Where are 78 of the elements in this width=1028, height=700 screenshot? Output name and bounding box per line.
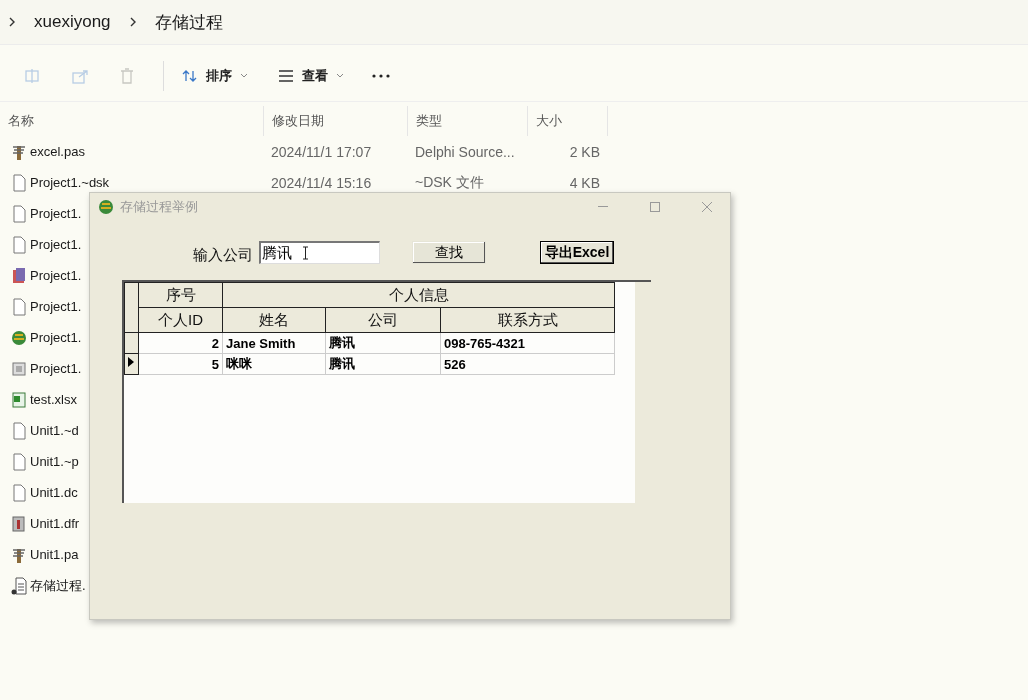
column-header[interactable]: 类型 (408, 106, 528, 136)
table-cell: 咪咪 (222, 353, 326, 375)
table-cell: 098-765-4321 (440, 332, 615, 354)
script-file-icon (11, 576, 27, 595)
column-header[interactable]: 修改日期 (264, 106, 408, 136)
file-name[interactable]: Unit1.dc (30, 485, 78, 500)
file-name[interactable]: excel.pas (30, 144, 85, 159)
row-indicator[interactable] (124, 353, 139, 375)
indicator-header (124, 282, 139, 333)
file-name[interactable]: 存储过程. (30, 576, 86, 595)
company-label: 输入公司 (193, 246, 253, 265)
file-name[interactable]: Project1. (30, 237, 82, 252)
globe-icon (11, 328, 27, 347)
file-icon (11, 173, 27, 192)
form-file-icon (11, 514, 27, 533)
rename-icon (24, 67, 42, 85)
close-icon (702, 202, 712, 212)
file-icon (11, 235, 27, 254)
column-header[interactable]: 大小 (528, 106, 608, 136)
group-header: 个人信息 (222, 282, 615, 308)
column-header: 联系方式 (440, 307, 615, 333)
file-type: ~DSK 文件 (414, 174, 484, 190)
text-cursor-icon (302, 246, 309, 260)
file-name[interactable]: Project1. (30, 299, 82, 314)
view-button[interactable]: 查看 (274, 63, 348, 89)
group-header: 序号 (138, 282, 223, 308)
sort-button[interactable]: 排序 (178, 63, 252, 89)
export-button[interactable]: 导出Excel (540, 241, 614, 264)
file-icon (11, 483, 27, 502)
search-button[interactable]: 查找 (412, 241, 486, 264)
share-icon (71, 67, 89, 85)
file-icon (11, 204, 27, 223)
file-date: 2024/11/1 17:07 (270, 143, 372, 160)
maximize-icon (650, 202, 660, 212)
window-title: 存储过程举例 (120, 198, 199, 216)
delete-icon (118, 67, 136, 85)
file-name[interactable]: Project1. (30, 330, 82, 345)
caret-icon (240, 73, 248, 79)
breadcrumb-item[interactable]: xuexiyong (34, 12, 111, 32)
file-icon (11, 421, 27, 440)
table-cell: 腾讯 (325, 332, 441, 354)
file-size: 2 KB (569, 143, 601, 160)
list-icon (278, 70, 294, 82)
sort-icon (182, 69, 198, 83)
file-name[interactable]: test.xlsx (30, 392, 77, 407)
file-name[interactable]: Unit1.~d (30, 423, 79, 438)
spreadsheet-icon (11, 390, 27, 409)
table-cell: 5 (138, 353, 223, 375)
file-icon (11, 452, 27, 471)
file-name[interactable]: Project1. (30, 361, 82, 376)
column-header: 个人ID (138, 307, 223, 333)
file-name[interactable]: Project1. (30, 206, 82, 221)
company-input[interactable]: 腾讯 (259, 241, 380, 264)
file-name[interactable]: Project1. (30, 268, 82, 283)
breadcrumb-item[interactable]: 存储过程 (154, 10, 223, 34)
column-header: 公司 (325, 307, 441, 333)
file-name[interactable]: Unit1.dfr (30, 516, 80, 531)
file-name[interactable]: Unit1.pa (30, 547, 79, 562)
table-cell: 526 (440, 353, 615, 375)
image-file-icon (11, 359, 27, 378)
column-header: 姓名 (222, 307, 326, 333)
file-icon (11, 297, 27, 316)
caret-icon (336, 73, 344, 79)
chevron-right-icon (8, 16, 16, 28)
row-indicator[interactable] (124, 332, 139, 354)
file-name[interactable]: Project1.~dsk (30, 175, 110, 190)
file-size: 4 KB (569, 174, 601, 191)
globe-icon (98, 198, 114, 216)
table-cell: 2 (138, 332, 223, 354)
file-name[interactable]: Unit1.~p (30, 454, 79, 469)
file-type: Delphi Source... (414, 143, 515, 160)
chevron-right-icon (128, 16, 137, 28)
table-cell: 腾讯 (325, 353, 441, 375)
book-icon (11, 266, 27, 285)
minimize-icon (598, 206, 608, 208)
file-date: 2024/11/4 15:16 (270, 174, 372, 191)
table-cell: Jane Smith (222, 332, 326, 354)
column-header[interactable]: 名称 (0, 106, 264, 136)
